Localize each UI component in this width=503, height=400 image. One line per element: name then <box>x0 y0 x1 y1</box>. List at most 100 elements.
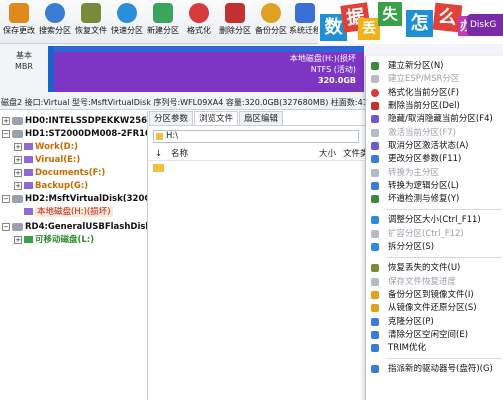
menu-separator <box>386 358 502 359</box>
tree-node-hd1[interactable]: −HD1:ST2000DM008-2FR102(18 <box>2 128 147 141</box>
delete-partition-icon <box>225 3 245 23</box>
tab-browse-files[interactable]: 浏览文件 <box>194 111 239 125</box>
menu-item-bad-sector[interactable]: 坏道检测与修复(Y) <box>366 193 503 205</box>
bad-sector-icon <box>371 195 379 203</box>
split-icon <box>371 243 379 251</box>
search-icon <box>45 3 65 23</box>
search-partition-button[interactable]: 搜索分区 <box>36 2 74 42</box>
activate-icon <box>371 129 379 137</box>
wipe-icon <box>371 331 379 339</box>
partition-icon <box>24 208 33 215</box>
clone-icon <box>371 318 379 326</box>
tree-node-partition[interactable]: + Backup(G:) <box>14 180 88 193</box>
menu-item-assign-letter[interactable]: 指派新的驱动器号(盘符)(G) <box>366 363 503 375</box>
backup-partition-icon <box>261 3 281 23</box>
tree-node-rd4[interactable]: −RD4:GeneralUSBFlashDisk(4G <box>2 221 147 234</box>
convert-icon <box>371 182 379 190</box>
recover-file-button[interactable]: 恢复文件 <box>72 2 110 42</box>
column-name[interactable]: 名称 <box>171 148 188 161</box>
banner-tile: 怎 <box>406 10 433 37</box>
disk-tree: + HD0:INTELSSDPEKKW256G8 − HD1:ST2000DM008… <box>0 111 148 400</box>
menu-item-new-partition[interactable]: 建立新分区(N) <box>366 60 503 72</box>
format-icon <box>189 3 209 23</box>
menu-item-split[interactable]: 拆分分区(S) <box>366 241 503 253</box>
partition-icon <box>24 156 33 163</box>
menu-item-change-params[interactable]: 更改分区参数(F11) <box>366 153 503 165</box>
tree-node-hd2[interactable]: −HD2:MsftVirtualDisk(320GB) <box>2 193 147 206</box>
partition-name: 本地磁盘(H:)(损坏 <box>289 54 356 63</box>
tab-partition-params[interactable]: 分区参数 <box>149 111 194 125</box>
collapse-icon[interactable]: − <box>2 222 10 231</box>
tree-node-partition-selected[interactable]: 本地磁盘(H:)(损坏) <box>24 206 113 219</box>
menu-item-clone[interactable]: 克隆分区(P) <box>366 316 503 328</box>
drive-letter-icon <box>371 365 379 373</box>
menu-item-backup-image[interactable]: 备份分区到镜像文件(I) <box>366 289 503 301</box>
menu-item-format[interactable]: 格式化当前分区(F) <box>366 87 503 99</box>
browser-panel: 分区参数 浏览文件 扇区编辑 H:\ ↓ 名称 大小 文件类 <box>149 111 369 400</box>
tree-node-partition[interactable]: + Virual(E:) <box>14 154 80 167</box>
restore-icon <box>371 304 379 312</box>
menu-separator <box>386 209 502 210</box>
save-changes-button[interactable]: 保存更改 <box>0 2 38 42</box>
resize-icon <box>371 216 379 224</box>
delete-partition-button[interactable]: 删除分区 <box>216 2 254 42</box>
collapse-icon[interactable]: − <box>2 129 10 138</box>
toolbar: 保存更改 搜索分区 恢复文件 快速分区 新建分区 格式化 删除分区 备份分区 系… <box>0 0 503 44</box>
banner-tile: 丢 <box>358 18 380 40</box>
expand-icon[interactable]: + <box>14 142 22 151</box>
params-icon <box>371 155 379 163</box>
delete-icon <box>371 102 379 110</box>
tree-node-partition[interactable]: + 可移动磁盘(L:) <box>14 234 94 247</box>
backup-icon <box>371 291 379 299</box>
menu-item-deactivate[interactable]: 取消分区激活状态(A) <box>366 140 503 152</box>
context-menu: 建立新分区(N) 建立ESP/MSR分区 格式化当前分区(F) 删除当前分区(D… <box>365 56 503 400</box>
hard-disk-icon <box>12 116 23 125</box>
menu-item-create-esp-msr: 建立ESP/MSR分区 <box>366 73 503 85</box>
deactivate-icon <box>371 142 379 150</box>
column-size[interactable]: 大小 <box>319 148 336 161</box>
expand-icon[interactable]: + <box>2 116 10 125</box>
partition-icon <box>24 182 33 189</box>
tree-node-partition[interactable]: + Work(D:) <box>14 141 78 154</box>
tree-node-partition[interactable]: + Documents(F:) <box>14 167 105 180</box>
menu-item-recover-files[interactable]: 恢复丢失的文件(U) <box>366 262 503 274</box>
partition-block-h[interactable]: 本地磁盘(H:)(损坏 NTFS (活动) 320.0GB <box>54 46 364 92</box>
new-partition-button[interactable]: 新建分区 <box>144 2 182 42</box>
promo-banner[interactable]: 数 据 丢 失 怎 么 办 DiskG <box>318 0 503 44</box>
tree-node-hd0[interactable]: + HD0:INTELSSDPEKKW256G8 <box>2 115 147 128</box>
menu-item-save-progress: 保存文件恢复进度 <box>366 276 503 288</box>
expand-icon[interactable]: + <box>14 168 22 177</box>
menu-item-wipe-free[interactable]: 清除分区空闲空间(E) <box>366 329 503 341</box>
folder-icon <box>153 164 164 172</box>
path-input[interactable]: H:\ <box>153 130 359 143</box>
backup-partition-button[interactable]: 备份分区 <box>252 2 290 42</box>
convert-icon <box>371 169 379 177</box>
format-icon <box>371 89 379 97</box>
menu-item-to-logical[interactable]: 转换为逻辑分区(L) <box>366 180 503 192</box>
menu-item-delete[interactable]: 删除当前分区(Del) <box>366 100 503 112</box>
brand-label: DiskG <box>467 14 503 36</box>
disk-type-label: 基本 MBR <box>15 51 33 71</box>
partition-icon <box>24 169 33 176</box>
expand-icon[interactable]: + <box>14 235 22 244</box>
collapse-icon[interactable]: − <box>2 194 10 203</box>
new-partition-icon <box>371 62 379 70</box>
quick-partition-button[interactable]: 快速分区 <box>108 2 146 42</box>
banner-tile: 失 <box>378 2 402 26</box>
menu-item-resize[interactable]: 调整分区大小(Ctrl_F11) <box>366 214 503 226</box>
folder-icon <box>156 133 163 140</box>
expand-icon[interactable]: + <box>14 181 22 190</box>
partition-size: 320.0GB <box>318 76 356 85</box>
menu-item-hide[interactable]: 隐藏/取消隐藏当前分区(F4) <box>366 113 503 125</box>
expand-icon[interactable]: + <box>14 155 22 164</box>
menu-item-trim[interactable]: TRIM优化 <box>366 342 503 354</box>
system-migrate-icon <box>295 3 315 23</box>
tab-sector-edit[interactable]: 扇区编辑 <box>239 111 284 125</box>
format-button[interactable]: 格式化 <box>180 2 218 42</box>
hard-disk-icon <box>12 129 23 138</box>
menu-item-extend: 扩容分区(Ctrl_F12) <box>366 228 503 240</box>
menu-item-restore-image[interactable]: 从镜像文件还原分区(S) <box>366 302 503 314</box>
sort-arrow-icon[interactable]: ↓ <box>155 148 162 161</box>
quick-partition-icon <box>117 3 137 23</box>
menu-item-activate: 激活当前分区(F7) <box>366 127 503 139</box>
